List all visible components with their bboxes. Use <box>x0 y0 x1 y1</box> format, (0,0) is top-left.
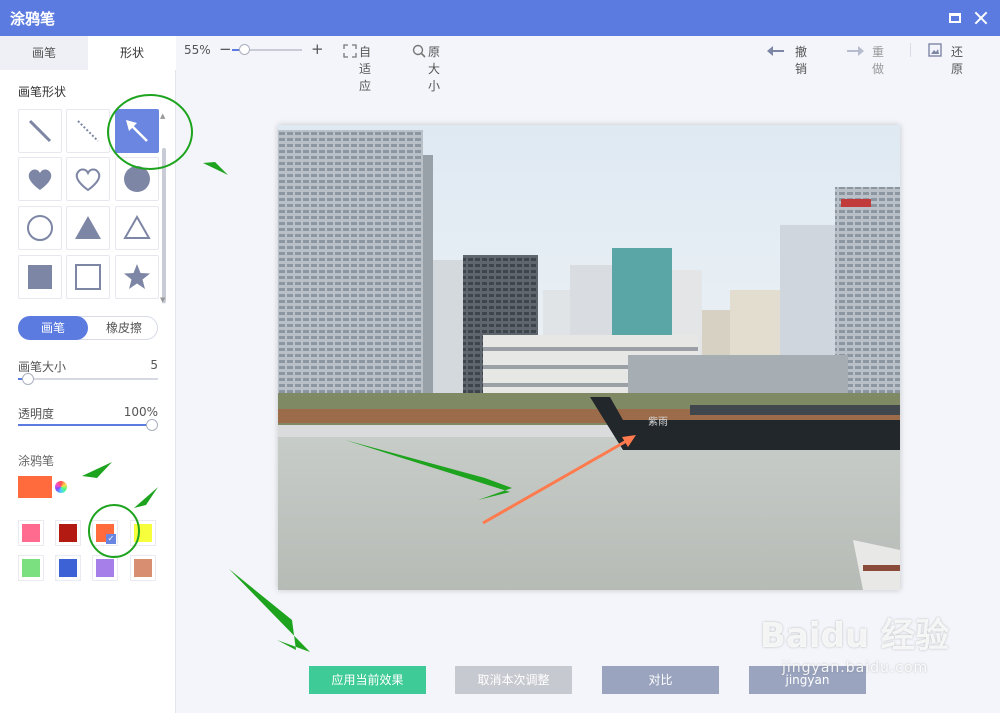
shape-line[interactable] <box>18 109 62 153</box>
swatch-fill <box>22 524 40 542</box>
zoom-out-button[interactable]: − <box>219 40 232 58</box>
swatch-fill <box>134 559 152 577</box>
apply-button[interactable]: 应用当前效果 <box>309 666 426 694</box>
undo-arrow-icon <box>767 46 784 56</box>
check-icon: ✓ <box>106 534 116 544</box>
scroll-down-icon[interactable]: ▼ <box>160 296 165 304</box>
restore-label: 还原 <box>951 45 964 76</box>
color-swatch[interactable]: ✓ <box>92 520 118 546</box>
triangle-filled-icon <box>75 216 101 239</box>
opacity-label: 透明度 <box>18 407 55 421</box>
heart-filled-icon <box>28 169 52 190</box>
swatch-fill <box>59 559 77 577</box>
color-swatch[interactable] <box>55 520 81 546</box>
close-button[interactable] <box>972 9 990 27</box>
panel-tabs: 画笔 形状 <box>0 36 176 70</box>
shape-dashed-line[interactable] <box>66 109 110 153</box>
color-swatch[interactable] <box>18 555 44 581</box>
swatch-fill <box>134 524 152 542</box>
shape-star-filled[interactable] <box>115 255 159 299</box>
title-bar: 涂鸦笔 <box>0 0 1000 36</box>
shape-arrow[interactable] <box>115 109 159 153</box>
opacity-value: 100% <box>123 405 158 419</box>
undo-label: 撤销 <box>795 45 808 76</box>
scrollbar-thumb[interactable] <box>162 148 166 303</box>
brush-mode-button[interactable]: 画笔 <box>18 316 88 340</box>
baidu-watermark: Baidu 经验 jingyan.baidu.com <box>760 608 949 676</box>
color-swatch[interactable] <box>55 555 81 581</box>
shape-circle-outline[interactable] <box>18 206 62 250</box>
zoom-knob[interactable] <box>239 44 250 55</box>
cancel-adjustment-button[interactable]: 取消本次调整 <box>455 666 572 694</box>
tab-shape[interactable]: 形状 <box>88 36 176 70</box>
color-swatch[interactable] <box>130 520 156 546</box>
arrow-icon <box>126 120 148 142</box>
swatch-fill <box>59 524 77 542</box>
zoom-level: 55% <box>184 43 211 57</box>
line-icon <box>28 119 52 143</box>
eraser-mode-button[interactable]: 橡皮擦 <box>89 316 159 340</box>
image-icon <box>928 43 942 57</box>
annotation-arrow-icon <box>203 162 228 175</box>
brush-size-slider[interactable] <box>18 373 158 385</box>
fit-label: 自适应 <box>359 45 372 93</box>
swatch-fill <box>96 559 114 577</box>
square-outline-icon <box>75 264 101 290</box>
opacity-knob[interactable] <box>146 419 158 431</box>
circle-outline-icon <box>27 215 53 241</box>
opacity-fill <box>18 424 152 426</box>
swatch-fill <box>22 559 40 577</box>
toolbar-divider <box>910 43 911 57</box>
shape-section-label: 画笔形状 <box>18 85 67 99</box>
ship-name: 紫雨 <box>648 416 668 428</box>
image-canvas[interactable]: 紫雨 <box>278 125 900 590</box>
dashed-line-icon <box>77 120 99 142</box>
shape-circle-filled[interactable] <box>115 157 159 201</box>
doodle-label: 涂鸦笔 <box>18 454 55 468</box>
redo-label: 重做 <box>872 45 885 76</box>
shape-square-filled[interactable] <box>18 255 62 299</box>
compare-button[interactable]: 对比 <box>602 666 719 694</box>
square-filled-icon <box>28 265 52 289</box>
shape-triangle-outline[interactable] <box>115 206 159 250</box>
circle-filled-icon <box>124 166 150 192</box>
watermark-brand: Baidu 经验 <box>760 616 949 656</box>
brush-size-knob[interactable] <box>22 373 34 385</box>
left-panel: 画笔 形状 画笔形状 ▲ ▼ 画笔 橡皮擦 画笔大小 5 透明度 100% 涂鸦… <box>0 36 176 713</box>
maximize-button[interactable] <box>946 9 964 27</box>
original-size-label: 原大小 <box>428 45 441 93</box>
color-swatch[interactable] <box>92 555 118 581</box>
magnifier-icon <box>412 44 426 58</box>
triangle-outline-icon <box>123 214 151 239</box>
reset-button[interactable]: jingyan <box>749 666 866 694</box>
color-swatch[interactable] <box>130 555 156 581</box>
brush-size-value: 5 <box>150 358 158 372</box>
color-wheel-icon[interactable] <box>55 481 67 493</box>
zoom-in-button[interactable]: + <box>311 40 324 58</box>
maximize-icon <box>949 13 961 23</box>
scroll-up-icon[interactable]: ▲ <box>160 112 165 120</box>
shape-scrollbar[interactable] <box>162 148 166 304</box>
shape-triangle-filled[interactable] <box>66 206 110 250</box>
shape-square-outline[interactable] <box>66 255 110 299</box>
redo-arrow-icon <box>847 46 864 56</box>
color-swatch[interactable] <box>18 520 44 546</box>
city-river-photo: 紫雨 <box>278 125 900 590</box>
shape-heart-outline[interactable] <box>66 157 110 201</box>
shape-heart-filled[interactable] <box>18 157 62 201</box>
tab-brush[interactable]: 画笔 <box>0 36 88 70</box>
opacity-slider[interactable] <box>18 419 158 431</box>
window-title: 涂鸦笔 <box>10 10 56 28</box>
mode-toggle: 画笔 橡皮擦 <box>18 316 158 340</box>
heart-outline-icon <box>75 168 101 192</box>
star-filled-icon <box>124 264 150 289</box>
current-color-swatch[interactable] <box>18 476 52 498</box>
fit-icon <box>343 44 357 58</box>
